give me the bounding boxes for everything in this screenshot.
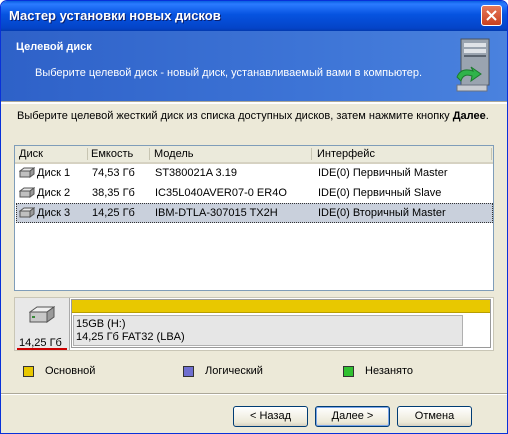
disk-interface: IDE(0) Первичный Master	[318, 167, 448, 179]
legend-label: Незанято	[365, 365, 414, 377]
disk-interface: IDE(0) Первичный Slave	[318, 187, 442, 199]
column-divider	[311, 148, 312, 160]
column-capacity[interactable]: Емкость	[91, 148, 133, 162]
disk-interface: IDE(0) Вторичный Master	[318, 207, 446, 219]
wizard-window: Мастер установки новых дисков Целевой ди…	[0, 0, 508, 434]
legend-label: Основной	[45, 365, 96, 377]
partition-details: 14,25 Гб FAT32 (LBA)	[76, 331, 185, 343]
column-disk[interactable]: Диск	[19, 148, 43, 162]
footer-divider	[1, 393, 507, 395]
disk-name: Диск 3	[37, 207, 71, 219]
disk-map-panel: 14,25 Гб 15GB (H:) 14,25 Гб FAT32 (LBA)	[14, 297, 494, 351]
column-model[interactable]: Модель	[154, 148, 193, 162]
disk-capacity: 14,25 Гб	[92, 207, 135, 219]
window-title: Мастер установки новых дисков	[9, 8, 221, 23]
partition-label: 15GB (H:)	[76, 318, 126, 330]
header-subtitle: Выберите целевой диск - новый диск, уста…	[35, 67, 423, 79]
column-divider	[149, 148, 150, 160]
column-divider	[491, 148, 492, 160]
column-interface[interactable]: Интерфейс	[317, 148, 375, 162]
legend-swatch	[343, 366, 354, 377]
disk-model: IC35L040AVER07-0 ER4O	[155, 187, 287, 199]
disk-map-disk[interactable]: 14,25 Гб	[15, 298, 70, 350]
close-button[interactable]	[481, 5, 502, 26]
instruction-bold: Далее	[452, 110, 486, 122]
column-divider	[87, 148, 88, 160]
disk-model: IBM-DTLA-307015 TX2H	[155, 207, 278, 219]
disk-name: Диск 2	[37, 187, 71, 199]
disk-model: ST380021A 3.19	[155, 167, 237, 179]
legend-swatch	[23, 366, 34, 377]
close-icon	[486, 10, 497, 21]
partition-info: 15GB (H:) 14,25 Гб FAT32 (LBA)	[73, 315, 463, 346]
disk-row-3[interactable]: Диск 3 14,25 Гб IBM-DTLA-307015 TX2H IDE…	[16, 203, 493, 223]
disk-row-1[interactable]: Диск 1 74,53 Гб ST380021A 3.19 IDE(0) Пе…	[16, 163, 493, 183]
computer-install-icon	[456, 38, 490, 92]
partition-block[interactable]: 15GB (H:) 14,25 Гб FAT32 (LBA)	[71, 299, 491, 348]
disk-list[interactable]: Диск Емкость Модель Интерфейс Диск 1 74,…	[14, 145, 494, 291]
primary-partition-bar	[72, 300, 490, 313]
hard-disk-icon	[19, 187, 35, 198]
disk-capacity: 74,53 Гб	[92, 167, 135, 179]
legend-swatch	[183, 366, 194, 377]
disk-selection-marker	[17, 348, 67, 350]
instruction-text: Выберите целевой жесткий диск из списка …	[17, 110, 489, 122]
header-divider	[1, 101, 507, 104]
disk-capacity: 38,35 Гб	[92, 187, 135, 199]
legend-label: Логический	[205, 365, 263, 377]
hard-disk-icon	[19, 207, 35, 218]
hard-disk-icon	[29, 306, 55, 323]
back-button[interactable]: < Назад	[233, 406, 308, 427]
disk-row-2[interactable]: Диск 2 38,35 Гб IC35L040AVER07-0 ER4O ID…	[16, 183, 493, 203]
next-button[interactable]: Далее >	[315, 406, 390, 427]
hard-disk-icon	[19, 167, 35, 178]
cancel-button[interactable]: Отмена	[397, 406, 472, 427]
disk-list-header: Диск Емкость Модель Интерфейс	[15, 146, 493, 164]
header-title: Целевой диск	[16, 41, 92, 53]
disk-name: Диск 1	[37, 167, 71, 179]
wizard-header: Целевой диск Выберите целевой диск - нов…	[1, 31, 507, 101]
title-bar: Мастер установки новых дисков	[1, 1, 507, 31]
